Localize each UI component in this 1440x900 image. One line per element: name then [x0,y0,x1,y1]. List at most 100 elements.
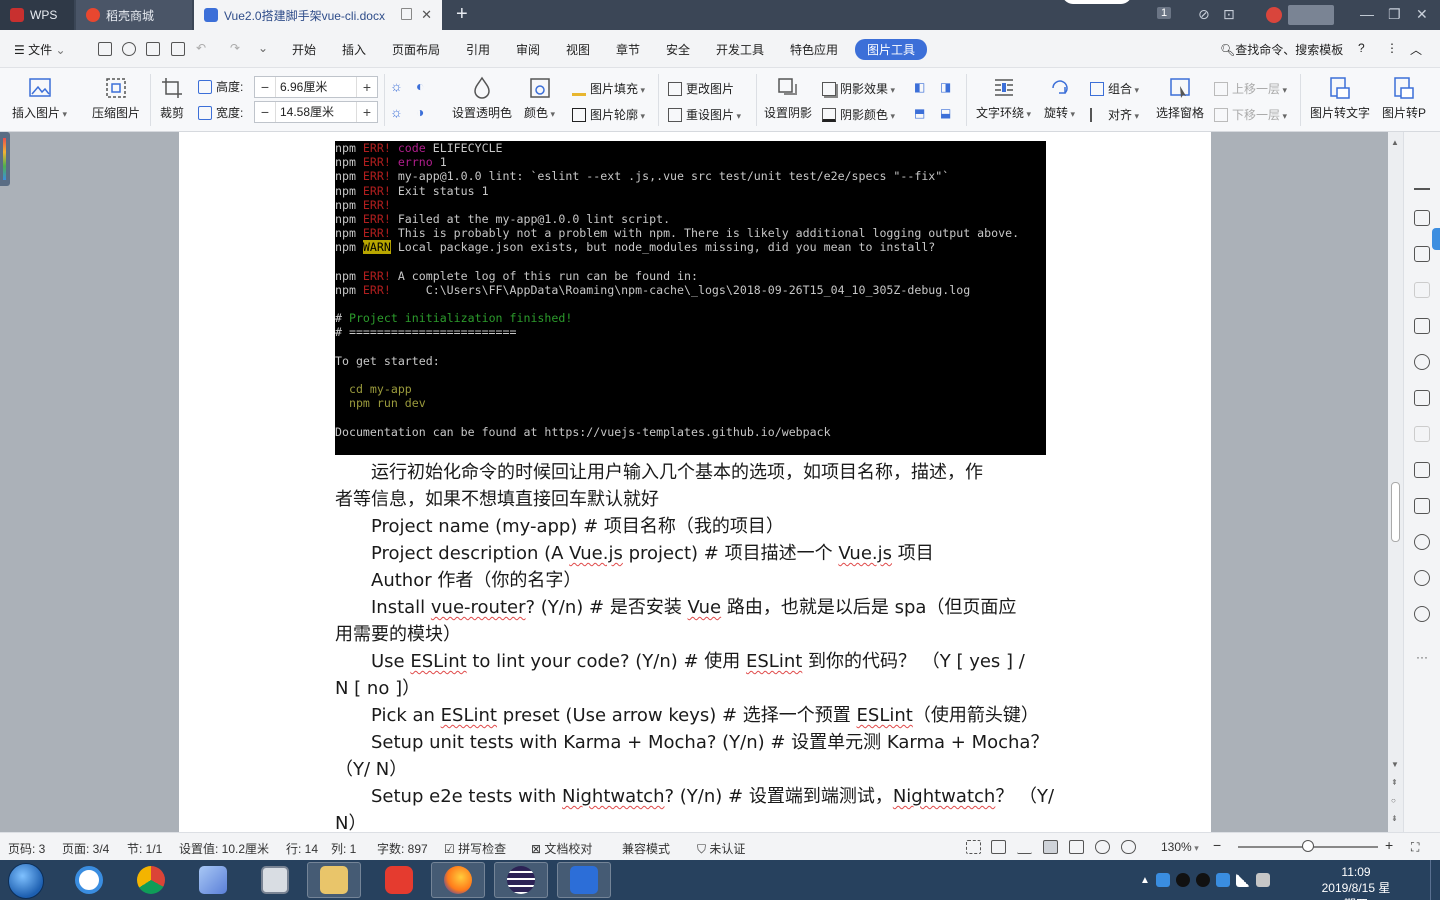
reset-picture-button[interactable]: 重设图片 [668,106,741,123]
document-body-text[interactable]: 运行初始化命令的时候回让用户输入几个基本的选项，如项目名称，描述，作 者等信息，如… [335,459,1059,837]
document-paragraph-line[interactable]: Project name (my-app) # 项目名称（我的项目） [335,513,1059,540]
history-icon[interactable] [1414,570,1430,586]
reading-view-icon[interactable] [991,840,1006,854]
close-window-icon[interactable]: ✕ [1416,6,1428,23]
bring-forward-button[interactable]: 上移一层 [1214,80,1287,97]
redo-icon[interactable]: ↷ [230,41,240,55]
qq-icon-2[interactable] [1195,873,1210,887]
tab-menu-5[interactable]: 视图 [566,41,590,58]
contrast-down-icon[interactable]: ◑ [416,104,424,120]
text-wrap-button[interactable]: 文字环绕 [976,76,1031,121]
height-increase-button[interactable]: + [357,77,377,97]
clock[interactable]: 11:09 2019/8/15 星期四 [1316,864,1396,900]
selection-pane-button[interactable]: 选择窗格 [1156,76,1204,121]
spell-check-button[interactable]: ☑ 拼写检查 [444,840,506,857]
star-icon[interactable] [1414,354,1430,370]
tab-menu-0[interactable]: 开始 [292,41,316,58]
brightness-down-icon[interactable]: ☼ [390,104,403,120]
picture-outline-button[interactable]: 图片轮廓 [572,106,645,123]
new-tab-plus-icon[interactable]: + [456,4,468,24]
set-transparent-color-button[interactable]: 设置透明色 [452,76,512,121]
rotate-button[interactable]: 旋转 [1044,76,1075,121]
picture-to-text-button[interactable]: 图片转文字 [1310,76,1370,121]
tab-menu-3[interactable]: 引用 [466,41,490,58]
scroll-down-icon[interactable]: ▼ [1391,760,1399,769]
group-button[interactable]: 组合 [1090,80,1139,97]
document-paragraph-line[interactable]: （Y/ N） [335,756,1059,783]
document-paragraph-line[interactable]: Install vue-router? (Y/n) # 是否安装 Vue 路由，… [335,594,1059,621]
share-panel-icon[interactable] [1414,390,1430,406]
window-count-badge[interactable]: 1 [1157,7,1172,19]
shadow-up-icon[interactable]: ⬒ [914,106,925,120]
save-icon[interactable] [98,42,112,56]
more-tools-icon[interactable]: ··· [1416,650,1428,664]
tab-menu-6[interactable]: 章节 [616,41,640,58]
shadow-left-icon[interactable]: ◧ [914,80,925,94]
taskbar-chrome[interactable] [124,862,178,898]
shadow-effect-button[interactable]: 阴影效果 [822,80,895,97]
document-paragraph-line[interactable]: Setup e2e tests with Nightwatch? (Y/n) #… [335,783,1059,810]
taskbar-explorer[interactable] [307,862,361,898]
undo-icon[interactable]: ↶ [196,41,206,55]
archive-icon[interactable] [1414,462,1430,478]
taskbar-firefox[interactable] [431,862,485,898]
select-browse-icon[interactable]: ○ [1391,796,1396,805]
taskbar-eclipse[interactable] [494,862,548,898]
tab-menu-1[interactable]: 插入 [342,41,366,58]
terminal-screenshot-image[interactable]: npm ERR! code ELIFECYCLE npm ERR! errno 1… [335,141,1046,455]
brightness-up-icon[interactable]: ☼ [390,78,403,94]
search-command[interactable]: 🔍︎查找命令、搜索模板 [1220,41,1343,58]
zoom-slider-knob[interactable] [1302,840,1314,852]
vertical-scrollbar[interactable]: ▲ ▼ ⇞ ○ ⇟ [1388,132,1403,832]
share-icon[interactable]: ⊡ [1223,6,1235,23]
tab-menu-10[interactable]: 图片工具 [855,39,928,60]
document-paragraph-line[interactable]: Pick an ESLint preset (Use arrow keys) #… [335,702,1059,729]
tab-float-icon[interactable] [401,8,412,20]
print-preview-icon[interactable] [171,42,185,56]
tab-docer-store[interactable]: 稻壳商城 [76,0,192,30]
status-word-count[interactable]: 字数: 897 [377,840,428,857]
picture-fill-button[interactable]: 图片填充 [572,80,645,97]
shadow-right-icon[interactable]: ◨ [940,80,951,94]
cube-icon[interactable] [1155,873,1170,887]
taskbar-wps[interactable] [557,862,611,898]
cloud-icon[interactable]: ⊘ [1198,6,1210,23]
sidebar-expand-handle[interactable] [1432,228,1440,250]
status-page[interactable]: 页面: 3/4 [62,840,109,857]
shadow-color-button[interactable]: 阴影颜色 [822,106,895,123]
document-paragraph-line[interactable]: N [ no ]） [335,675,1059,702]
send-backward-button[interactable]: 下移一层 [1214,106,1287,123]
tab-menu-2[interactable]: 页面布局 [392,41,440,58]
web-view-icon[interactable] [1095,840,1110,854]
zoom-in-icon[interactable]: + [1385,837,1393,853]
tab-menu-8[interactable]: 开发工具 [716,41,764,58]
taskbar-calculator[interactable] [248,862,302,898]
width-increase-button[interactable]: + [357,102,377,122]
shadow-down-icon[interactable]: ⬓ [940,106,951,120]
height-input[interactable]: 6.96厘米 [275,77,357,97]
help-circle-icon[interactable] [1414,606,1430,622]
avatar[interactable] [1266,7,1282,23]
image-gallery-icon[interactable] [1414,498,1430,514]
show-hidden-icons-icon[interactable]: ▲ [1140,875,1150,886]
insert-picture-button[interactable]: 插入图片 [12,76,67,121]
prev-page-icon[interactable]: ⇞ [1391,778,1398,787]
fullscreen-icon[interactable] [966,840,981,854]
input-method-icon[interactable] [1288,5,1334,25]
picture-panel-icon[interactable] [1414,318,1430,334]
certification-status[interactable]: ⛉ 未认证 [697,840,745,857]
next-page-icon[interactable]: ⇟ [1391,814,1398,823]
outline-view-icon[interactable] [1069,840,1084,854]
format-painter-icon[interactable] [122,42,136,56]
color-button[interactable]: 颜色 [524,76,555,121]
fit-page-icon[interactable]: ⛶ [1411,840,1419,855]
document-paragraph-line[interactable]: 者等信息，如果不想填直接回车默认就好 [335,486,1059,513]
compress-picture-button[interactable]: 压缩图片 [92,76,140,121]
qq-icon[interactable] [1175,873,1190,887]
tab-document[interactable]: Vue2.0搭建脚手架vue-cli.docx ✕ [194,0,442,30]
document-paragraph-line[interactable]: Use ESLint to lint your code? (Y/n) # 使用… [335,648,1059,675]
edit-pen-icon[interactable] [1414,174,1430,190]
scroll-up-icon[interactable]: ▲ [1391,138,1399,147]
height-decrease-button[interactable]: − [255,77,275,97]
volume-muted-icon[interactable] [1255,873,1270,887]
